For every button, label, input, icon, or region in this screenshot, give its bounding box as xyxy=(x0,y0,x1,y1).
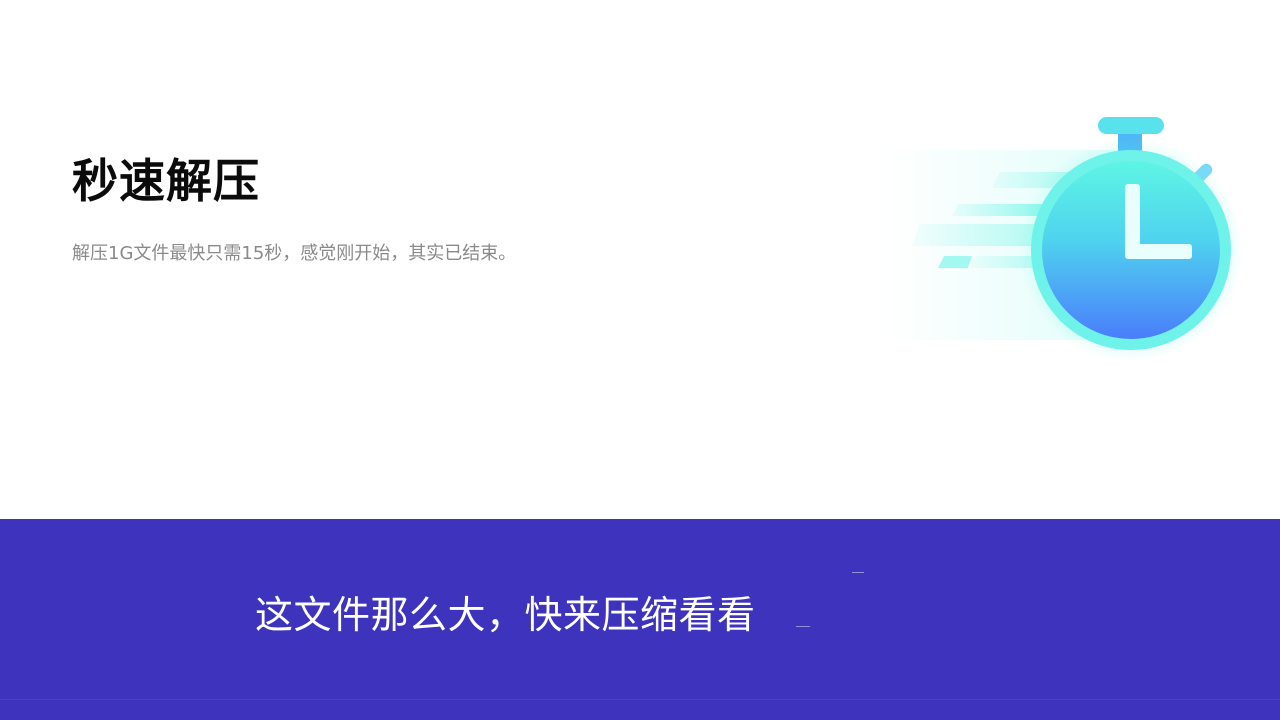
banner-text: 这文件那么大，快来压缩看看 xyxy=(255,593,756,637)
feature-title: 秒速解压 xyxy=(72,154,260,208)
stopwatch-icon xyxy=(880,117,1243,362)
banner-divider xyxy=(0,699,1280,700)
banner-decoration xyxy=(852,572,864,573)
page: 秒速解压 解压1G文件最快只需15秒，感觉刚开始，其实已结束。 这文件那么大，快… xyxy=(0,0,1280,720)
cta-banner: 这文件那么大，快来压缩看看 xyxy=(0,519,1280,720)
feature-section: 秒速解压 解压1G文件最快只需15秒，感觉刚开始，其实已结束。 xyxy=(0,0,1280,519)
feature-description: 解压1G文件最快只需15秒，感觉刚开始，其实已结束。 xyxy=(72,243,517,264)
banner-decoration xyxy=(796,626,810,627)
